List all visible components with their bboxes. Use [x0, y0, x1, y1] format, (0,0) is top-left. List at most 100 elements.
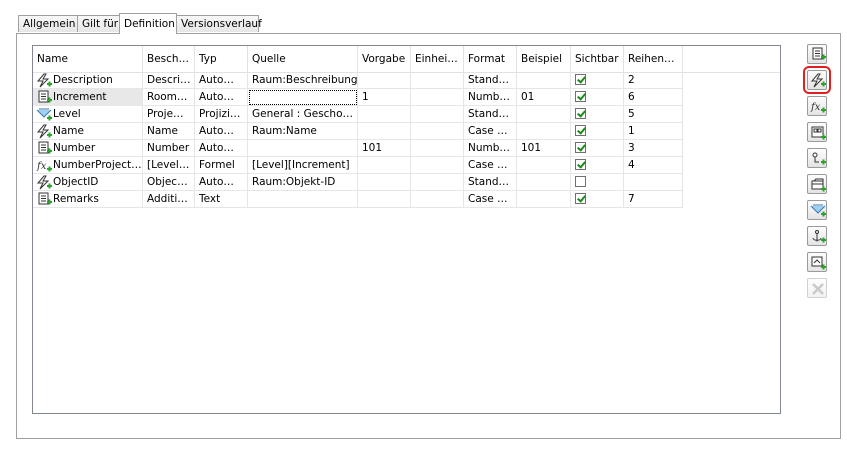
visible-checkbox[interactable]: [575, 192, 586, 204]
cell-format[interactable]: Numb…: [464, 140, 517, 157]
cell-format[interactable]: Stand…: [464, 72, 517, 89]
column-header-einheit[interactable]: Einhei…: [411, 46, 464, 72]
cell-beschreibung[interactable]: Descri…: [143, 72, 195, 89]
add-anchor-property-button[interactable]: [807, 226, 827, 246]
table-row[interactable]: Increment Room… Auto… 1 Numb… 01 6: [33, 89, 683, 106]
cell-name[interactable]: Increment: [33, 89, 143, 106]
cell-reihenfolge[interactable]: 1: [624, 123, 683, 140]
cell-quelle[interactable]: Raum:Objekt-ID: [248, 174, 358, 191]
cell-typ[interactable]: Auto…: [195, 140, 248, 157]
add-text-property-button[interactable]: [807, 44, 827, 64]
visible-checkbox[interactable]: [575, 90, 586, 102]
cell-beschreibung[interactable]: Room…: [143, 89, 195, 106]
cell-einheit[interactable]: [411, 106, 464, 123]
cell-format[interactable]: Case …: [464, 157, 517, 174]
table-row[interactable]: Remarks Additi… Text Case … 7: [33, 191, 683, 208]
cell-vorgabe[interactable]: [358, 72, 411, 89]
column-header-quelle[interactable]: Quelle: [248, 46, 358, 72]
cell-einheit[interactable]: [411, 157, 464, 174]
cell-typ[interactable]: Auto…: [195, 89, 248, 106]
cell-beschreibung[interactable]: Name: [143, 123, 195, 140]
cell-format[interactable]: Stand…: [464, 106, 517, 123]
cell-format[interactable]: Stand…: [464, 174, 517, 191]
cell-beispiel[interactable]: [517, 106, 571, 123]
cell-name[interactable]: fx NumberProject…: [33, 157, 143, 174]
table-row[interactable]: Level Proje… Projizi… General : Gescho… Stan…: [33, 106, 683, 123]
cell-name[interactable]: Number: [33, 140, 143, 157]
column-header-name[interactable]: Name: [33, 46, 143, 72]
cell-einheit[interactable]: [411, 89, 464, 106]
cell-sichtbar[interactable]: [571, 72, 624, 89]
tab-versionsverlauf[interactable]: Versionsverlauf: [176, 15, 262, 32]
cell-beschreibung[interactable]: Proje…: [143, 106, 195, 123]
visible-checkbox[interactable]: [575, 158, 586, 170]
cell-beispiel[interactable]: 101: [517, 140, 571, 157]
cell-vorgabe[interactable]: [358, 123, 411, 140]
cell-format[interactable]: Case …: [464, 123, 517, 140]
cell-sichtbar[interactable]: [571, 191, 624, 208]
table-row[interactable]: ObjectID Objec… Auto… Raum:Objekt-ID Stand…: [33, 174, 683, 191]
cell-sichtbar[interactable]: [571, 140, 624, 157]
tab-allgemein[interactable]: Allgemein: [18, 15, 79, 32]
cell-reihenfolge[interactable]: 5: [624, 106, 683, 123]
visible-checkbox[interactable]: [575, 175, 586, 187]
cell-name[interactable]: Description: [33, 72, 143, 89]
cell-beispiel[interactable]: [517, 174, 571, 191]
column-header-format[interactable]: Format: [464, 46, 517, 72]
add-grid-property-button[interactable]: [807, 122, 827, 142]
add-level-property-button[interactable]: [807, 200, 827, 220]
cell-name[interactable]: Name: [33, 123, 143, 140]
visible-checkbox[interactable]: [575, 141, 586, 153]
cell-beschreibung[interactable]: Objec…: [143, 174, 195, 191]
cell-format[interactable]: Numb…: [464, 89, 517, 106]
visible-checkbox[interactable]: [575, 73, 586, 85]
cell-format[interactable]: Case …: [464, 191, 517, 208]
cell-sichtbar[interactable]: [571, 89, 624, 106]
cell-typ[interactable]: Projizi…: [195, 106, 248, 123]
cell-beispiel[interactable]: [517, 157, 571, 174]
cell-reihenfolge[interactable]: [624, 174, 683, 191]
cell-vorgabe[interactable]: [358, 191, 411, 208]
cell-beispiel[interactable]: 01: [517, 89, 571, 106]
cell-vorgabe[interactable]: [358, 106, 411, 123]
tab-gilt-fuer[interactable]: Gilt für: [77, 15, 120, 32]
column-header-reihenfolge[interactable]: Reihen…: [624, 46, 683, 72]
cell-typ[interactable]: Auto…: [195, 72, 248, 89]
add-view-property-button[interactable]: [807, 252, 827, 272]
add-object-property-button[interactable]: [807, 174, 827, 194]
visible-checkbox[interactable]: [575, 124, 586, 136]
cell-beschreibung[interactable]: Additi…: [143, 191, 195, 208]
cell-beschreibung[interactable]: [Level…: [143, 157, 195, 174]
cell-einheit[interactable]: [411, 191, 464, 208]
add-formula-property-button[interactable]: fx: [807, 96, 827, 116]
cell-vorgabe[interactable]: 101: [358, 140, 411, 157]
cell-sichtbar[interactable]: [571, 123, 624, 140]
visible-checkbox[interactable]: [575, 107, 586, 119]
cell-quelle[interactable]: General : Gescho…: [248, 106, 358, 123]
table-row[interactable]: fx NumberProject… [Level… Formel [Level][Inc…: [33, 157, 683, 174]
cell-reihenfolge[interactable]: 6: [624, 89, 683, 106]
column-header-vorgabe[interactable]: Vorgabe: [358, 46, 411, 72]
cell-beschreibung[interactable]: Number: [143, 140, 195, 157]
column-header-beispiel[interactable]: Beispiel: [517, 46, 571, 72]
table-row[interactable]: Description Descri… Auto… Raum:Beschreibung…: [33, 72, 683, 89]
tab-definition[interactable]: Definition: [119, 13, 177, 34]
cell-typ[interactable]: Auto…: [195, 123, 248, 140]
cell-sichtbar[interactable]: [571, 106, 624, 123]
cell-vorgabe[interactable]: [358, 157, 411, 174]
cell-reihenfolge[interactable]: 4: [624, 157, 683, 174]
cell-quelle[interactable]: Raum:Beschreibung: [248, 72, 358, 89]
column-header-typ[interactable]: Typ: [195, 46, 248, 72]
cell-einheit[interactable]: [411, 123, 464, 140]
cell-reihenfolge[interactable]: 2: [624, 72, 683, 89]
cell-quelle[interactable]: [248, 140, 358, 157]
column-header-beschreibung[interactable]: Besch…: [143, 46, 195, 72]
cell-einheit[interactable]: [411, 140, 464, 157]
cell-quelle[interactable]: [248, 191, 358, 208]
cell-reihenfolge[interactable]: 7: [624, 191, 683, 208]
cell-beispiel[interactable]: [517, 123, 571, 140]
cell-typ[interactable]: Text: [195, 191, 248, 208]
cell-name[interactable]: Remarks: [33, 191, 143, 208]
add-link-property-button[interactable]: [807, 148, 827, 168]
cell-quelle[interactable]: [Level][Increment]: [248, 157, 358, 174]
